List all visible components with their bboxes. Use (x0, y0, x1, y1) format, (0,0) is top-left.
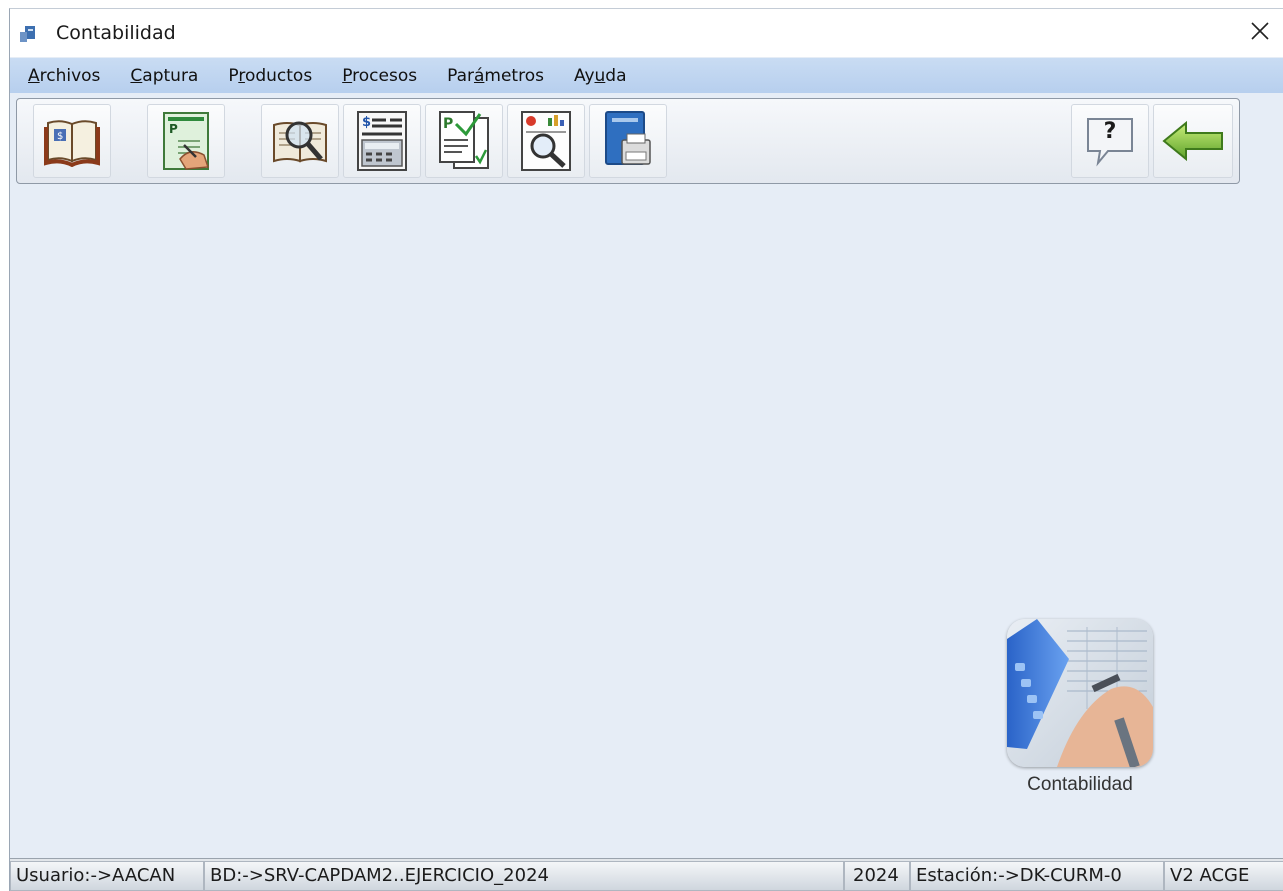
menu-productos[interactable]: Productos (228, 66, 312, 86)
toolbar-query-button[interactable] (261, 104, 339, 178)
close-button[interactable] (1237, 9, 1283, 57)
status-station: Estación:->DK-CURM-0 (910, 861, 1164, 891)
toolbar-capture-button[interactable]: P (147, 104, 225, 178)
calculator-report-icon: $ (354, 110, 410, 172)
svg-text:P: P (443, 116, 453, 132)
help-icon: ? (1082, 113, 1138, 169)
menu-captura[interactable]: Captura (130, 66, 198, 86)
svg-text:$: $ (57, 131, 63, 142)
menu-ayuda[interactable]: Ayuda (574, 66, 627, 86)
menu-parametros[interactable]: Parámetros (447, 66, 544, 86)
menu-archivos[interactable]: Archivos (28, 66, 100, 86)
svg-text:$: $ (362, 115, 371, 130)
toolbar: $ P $ P ? (16, 98, 1240, 184)
menu-procesos[interactable]: Procesos (342, 66, 417, 86)
toolbar-reports-button[interactable] (507, 104, 585, 178)
status-bar: Usuario:->AACAN BD:->SRV-CAPDAM2..EJERCI… (10, 858, 1283, 891)
status-database: BD:->SRV-CAPDAM2..EJERCICIO_2024 (204, 861, 844, 891)
print-book-icon (600, 110, 656, 172)
status-user: Usuario:->AACAN (10, 861, 204, 891)
verify-documents-icon: P (436, 110, 492, 172)
status-version: V2 ACGE (1164, 861, 1283, 891)
contabilidad-shortcut-icon[interactable] (1007, 619, 1153, 767)
ledger-book-icon: $ (44, 115, 100, 167)
menu-bar: Archivos Captura Productos Procesos Pará… (10, 58, 1283, 93)
help-label: ? (1103, 119, 1117, 144)
close-icon (1250, 21, 1270, 45)
toolbar-exit-button[interactable] (1153, 104, 1233, 178)
app-window: Contabilidad Archivos Captura Productos … (9, 8, 1283, 891)
toolbar-post-button[interactable]: P (425, 104, 503, 178)
title-bar: Contabilidad (10, 9, 1283, 57)
report-search-icon (518, 110, 574, 172)
toolbar-balances-button[interactable]: $ (343, 104, 421, 178)
search-book-icon (271, 115, 329, 167)
capture-form-icon: P (160, 111, 212, 171)
svg-text:P: P (169, 122, 178, 136)
toolbar-print-button[interactable] (589, 104, 667, 178)
contabilidad-shortcut-label: Contabilidad (1027, 774, 1133, 795)
status-year: 2024 (844, 861, 910, 891)
window-title: Contabilidad (56, 22, 176, 44)
toolbar-help-button[interactable]: ? (1071, 104, 1149, 178)
app-icon (18, 24, 38, 44)
back-arrow-icon (1162, 121, 1224, 161)
toolbar-catalog-button[interactable]: $ (33, 104, 111, 178)
